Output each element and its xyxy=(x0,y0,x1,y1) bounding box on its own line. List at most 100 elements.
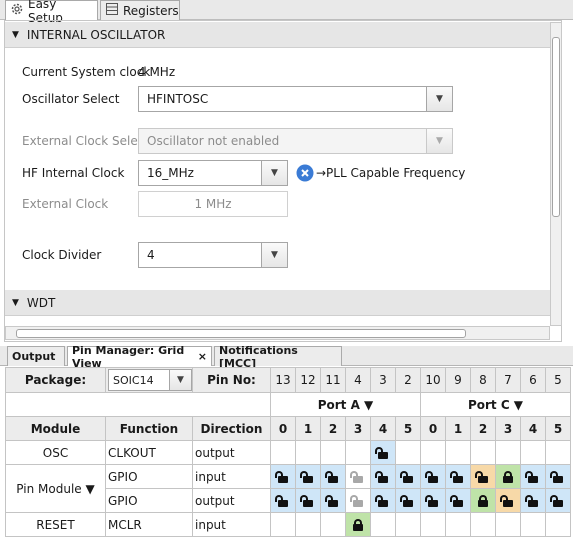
pin-cell[interactable] xyxy=(495,464,521,489)
pin-cell[interactable] xyxy=(370,488,396,513)
unlocked-icon xyxy=(425,471,438,483)
unlocked-icon xyxy=(300,471,313,483)
pin-cell[interactable] xyxy=(295,488,321,513)
pin-cell[interactable] xyxy=(445,488,471,513)
tab-notifications[interactable]: Notifications [MCC] xyxy=(214,344,342,370)
pin-cell xyxy=(495,440,521,465)
chevron-down-icon[interactable]: ▼ xyxy=(261,243,287,267)
section-wdt[interactable]: ▼ WDT xyxy=(5,290,550,316)
pin-cell[interactable] xyxy=(370,464,396,489)
pin-number: 12 xyxy=(295,367,321,393)
pin-cell[interactable] xyxy=(520,488,546,513)
pin-cell[interactable] xyxy=(270,464,296,489)
pin-cell[interactable] xyxy=(420,488,446,513)
hf-internal-clock-label: HF Internal Clock xyxy=(22,166,125,180)
package-value: SOIC14 xyxy=(113,373,154,387)
port-a-header[interactable]: Port A ▼ xyxy=(270,392,421,417)
close-icon[interactable]: × xyxy=(198,350,207,363)
tab-registers[interactable]: Registers xyxy=(100,0,180,20)
current-clock-value: 4 MHz xyxy=(138,65,176,79)
info-x-icon[interactable] xyxy=(296,164,314,185)
pin-cell[interactable] xyxy=(545,488,571,513)
port-bit: 0 xyxy=(420,416,446,441)
port-bit: 5 xyxy=(395,416,421,441)
port-bit: 5 xyxy=(545,416,571,441)
pin-cell[interactable] xyxy=(345,488,371,513)
pin-cell xyxy=(395,512,421,537)
pin-cell[interactable] xyxy=(420,464,446,489)
pin-cell[interactable] xyxy=(320,488,346,513)
osc-select-dropdown[interactable]: HFINTOSC ▼ xyxy=(138,86,453,112)
direction-header: Direction xyxy=(192,416,271,441)
pin-cell[interactable] xyxy=(445,464,471,489)
unlocked-icon xyxy=(475,471,488,483)
pin-cell[interactable] xyxy=(470,488,496,513)
pin-cell[interactable] xyxy=(495,488,521,513)
chevron-down-icon[interactable]: ▼ xyxy=(426,129,452,153)
vertical-scrollbar-thumb[interactable] xyxy=(552,37,560,217)
unlocked-icon xyxy=(350,471,363,483)
pin-cell xyxy=(370,512,396,537)
pin-cell[interactable] xyxy=(520,464,546,489)
port-c-header[interactable]: Port C ▼ xyxy=(420,392,571,417)
horizontal-scrollbar[interactable] xyxy=(5,326,550,340)
osc-select-label: Oscillator Select xyxy=(22,92,120,106)
section-internal-oscillator[interactable]: ▼ INTERNAL OSCILLATOR xyxy=(5,22,550,48)
clock-divider-dropdown[interactable]: 4 ▼ xyxy=(138,242,288,268)
unlocked-icon xyxy=(500,495,513,507)
pin-cell[interactable] xyxy=(545,464,571,489)
registers-icon xyxy=(105,2,119,19)
module-cell[interactable]: Pin Module ▼ xyxy=(5,464,106,513)
pin-cell[interactable] xyxy=(295,464,321,489)
pin-cell xyxy=(270,440,296,465)
table-row: RESET MCLR input xyxy=(5,512,571,537)
unlocked-icon xyxy=(550,495,563,507)
pin-cell xyxy=(495,512,521,537)
chevron-down-icon[interactable]: ▼ xyxy=(426,87,452,111)
tab-output[interactable]: Output xyxy=(7,346,65,366)
direction-cell: input xyxy=(192,464,271,489)
pin-cell[interactable] xyxy=(345,512,371,537)
tab-pin-manager-label: Pin Manager: Grid View xyxy=(72,343,185,370)
pin-cell[interactable] xyxy=(395,488,421,513)
pin-cell xyxy=(545,512,571,537)
pin-cell[interactable] xyxy=(270,488,296,513)
unlocked-icon xyxy=(450,495,463,507)
pin-cell[interactable] xyxy=(345,464,371,489)
pin-cell xyxy=(420,440,446,465)
port-bit: 1 xyxy=(295,416,321,441)
collapse-triangle-icon: ▼ xyxy=(12,297,19,308)
pin-cell xyxy=(320,440,346,465)
section-internal-oscillator-title: INTERNAL OSCILLATOR xyxy=(26,27,166,42)
pin-number: 10 xyxy=(420,367,446,393)
pin-cell[interactable] xyxy=(470,464,496,489)
package-dropdown[interactable]: SOIC14 ▼ xyxy=(108,369,192,391)
pin-cell[interactable] xyxy=(320,464,346,489)
osc-select-value: HFINTOSC xyxy=(147,92,209,106)
chevron-down-icon[interactable]: ▼ xyxy=(261,161,287,185)
pin-number: 4 xyxy=(345,367,371,393)
ext-clock-select-dropdown[interactable]: Oscillator not enabled ▼ xyxy=(138,128,453,154)
port-bit: 2 xyxy=(470,416,496,441)
pin-cell[interactable] xyxy=(370,440,396,465)
function-cell: GPIO xyxy=(105,464,193,489)
hf-internal-clock-dropdown[interactable]: 16_MHz ▼ xyxy=(138,160,288,186)
pin-number: 2 xyxy=(395,367,421,393)
port-bit: 4 xyxy=(520,416,546,441)
pin-cell xyxy=(545,440,571,465)
pin-number: 8 xyxy=(470,367,496,393)
tab-easy-setup[interactable]: Easy Setup xyxy=(5,0,98,25)
pin-cell xyxy=(345,440,371,465)
pin-no-label: Pin No: xyxy=(192,367,271,393)
external-clock-field[interactable]: 1 MHz xyxy=(138,191,288,217)
horizontal-scrollbar-thumb[interactable] xyxy=(16,329,466,338)
unlocked-icon xyxy=(275,471,288,483)
pin-cell[interactable] xyxy=(395,464,421,489)
tab-output-label: Output xyxy=(12,350,56,363)
pin-cell xyxy=(520,440,546,465)
package-cell: SOIC14 ▼ xyxy=(105,367,193,393)
direction-cell: input xyxy=(192,512,271,537)
tab-pin-manager[interactable]: Pin Manager: Grid View × xyxy=(67,344,212,370)
chevron-down-icon[interactable]: ▼ xyxy=(169,370,191,390)
vertical-scrollbar[interactable] xyxy=(550,22,562,326)
